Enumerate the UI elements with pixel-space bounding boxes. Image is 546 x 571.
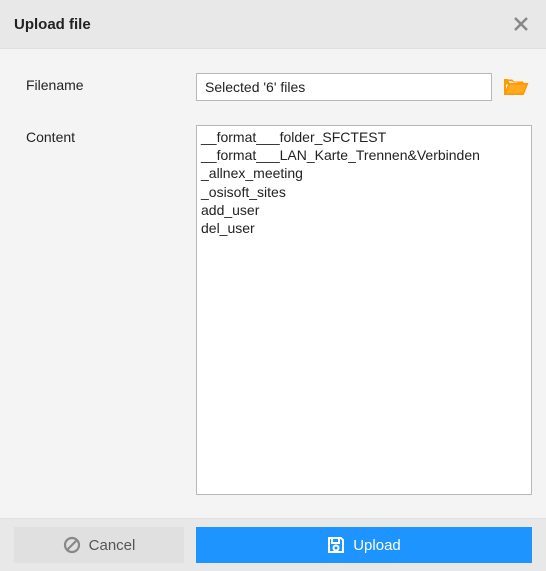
prohibit-icon	[63, 536, 81, 554]
upload-dialog: Upload file Filename Content	[0, 0, 546, 571]
cancel-button[interactable]: Cancel	[14, 527, 184, 563]
cancel-button-label: Cancel	[89, 537, 136, 554]
dialog-body: Filename Content	[0, 48, 546, 519]
content-label: Content	[26, 125, 196, 145]
browse-button[interactable]	[500, 73, 532, 101]
filename-input[interactable]	[196, 73, 492, 101]
dialog-footer: Cancel Upload	[0, 519, 546, 571]
filename-row: Filename	[26, 73, 532, 101]
upload-button[interactable]: Upload	[196, 527, 532, 563]
folder-open-icon	[503, 76, 529, 98]
close-button[interactable]	[506, 9, 536, 39]
close-icon	[513, 16, 529, 32]
upload-button-label: Upload	[353, 537, 401, 554]
dialog-title: Upload file	[14, 16, 91, 33]
content-row: Content	[26, 125, 532, 506]
titlebar: Upload file	[0, 0, 546, 48]
save-icon	[327, 536, 345, 554]
filename-label: Filename	[26, 73, 196, 93]
content-textarea[interactable]	[196, 125, 532, 495]
